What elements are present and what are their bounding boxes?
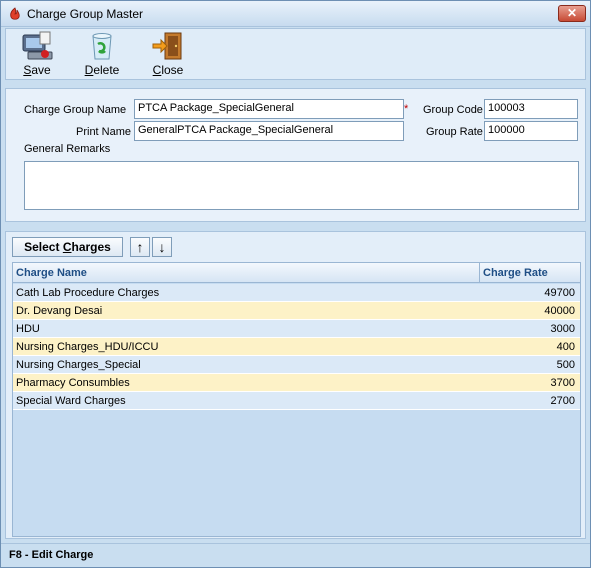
- window-close-button[interactable]: ✕: [558, 5, 586, 22]
- save-label: Save: [23, 63, 51, 77]
- charge-name-cell: Cath Lab Procedure Charges: [16, 287, 160, 299]
- move-down-button[interactable]: ↓: [152, 237, 172, 257]
- group-rate-label: Group Rate: [426, 126, 483, 138]
- table-row[interactable]: Cath Lab Procedure Charges 49700: [13, 284, 580, 302]
- delete-label: Delete: [84, 63, 120, 77]
- charge-name-cell: Nursing Charges_Special: [16, 359, 141, 371]
- group-code-label: Group Code: [423, 104, 483, 116]
- column-header-charge-name[interactable]: Charge Name: [13, 263, 87, 283]
- general-remarks-textarea[interactable]: [24, 161, 579, 210]
- table-row[interactable]: Special Ward Charges 2700: [13, 392, 580, 410]
- recycle-bin-icon: [92, 33, 112, 60]
- charge-rate-cell: 40000: [544, 305, 575, 317]
- grid-header: Charge Name Charge Rate: [13, 263, 580, 283]
- column-header-charge-rate[interactable]: Charge Rate: [480, 263, 548, 283]
- group-name-input[interactable]: PTCA Package_SpecialGeneral: [134, 99, 404, 119]
- charge-name-cell: HDU: [16, 323, 40, 335]
- table-row[interactable]: HDU 3000: [13, 320, 580, 338]
- table-row[interactable]: Nursing Charges_Special 500: [13, 356, 580, 374]
- charge-rate-cell: 3700: [550, 377, 575, 389]
- arrow-up-icon: ↑: [136, 239, 144, 255]
- print-name-input[interactable]: GeneralPTCA Package_SpecialGeneral: [134, 121, 404, 141]
- save-icon: [22, 31, 53, 60]
- table-row[interactable]: Dr. Devang Desai 40000: [13, 302, 580, 320]
- charge-name-cell: Dr. Devang Desai: [16, 305, 103, 317]
- print-name-label: Print Name: [76, 126, 132, 138]
- charge-rate-cell: 400: [556, 341, 575, 353]
- charge-name-cell: Pharmacy Consumbles: [16, 377, 130, 389]
- group-name-label: Charge Group Name: [24, 104, 127, 116]
- charge-rate-cell: 500: [556, 359, 575, 371]
- table-row[interactable]: Pharmacy Consumbles 3700: [13, 374, 580, 392]
- charge-group-master-window: Charge Group Master ✕ Save Delete Close …: [0, 0, 591, 568]
- group-rate-input[interactable]: 100000: [484, 121, 578, 141]
- charge-name-cell: Nursing Charges_HDU/ICCU: [16, 341, 159, 353]
- arrow-down-icon: ↓: [158, 239, 166, 255]
- charge-rate-cell: 2700: [550, 395, 575, 407]
- close-label: Close: [152, 63, 184, 77]
- charges-panel: Select Charges ↑ ↓ Charge Name Charge Ra…: [5, 231, 586, 539]
- charge-rate-cell: 49700: [544, 287, 575, 299]
- required-asterisk: *: [404, 103, 409, 115]
- status-bar: F8 - Edit Charge: [1, 543, 590, 567]
- title-bar[interactable]: Charge Group Master ✕: [1, 1, 590, 27]
- charge-name-cell: Special Ward Charges: [16, 395, 126, 407]
- charge-rate-cell: 3000: [550, 323, 575, 335]
- charges-grid[interactable]: Charge Name Charge Rate Cath Lab Procedu…: [12, 262, 581, 537]
- table-row[interactable]: Nursing Charges_HDU/ICCU 400: [13, 338, 580, 356]
- app-icon: [10, 7, 20, 20]
- select-charges-button[interactable]: Select Charges: [12, 237, 123, 257]
- save-button[interactable]: Save: [11, 29, 63, 79]
- exit-door-icon: [152, 32, 182, 60]
- general-remarks-label: General Remarks: [24, 143, 111, 155]
- toolbar: Save Delete Close: [5, 28, 586, 80]
- move-up-button[interactable]: ↑: [130, 237, 150, 257]
- status-text: F8 - Edit Charge: [9, 549, 94, 561]
- group-details-panel: Charge Group Name PTCA Package_SpecialGe…: [5, 88, 586, 222]
- window-title: Charge Group Master: [27, 7, 144, 21]
- delete-button[interactable]: Delete: [76, 29, 128, 79]
- close-button[interactable]: Close: [142, 29, 194, 79]
- group-code-input[interactable]: 100003: [484, 99, 578, 119]
